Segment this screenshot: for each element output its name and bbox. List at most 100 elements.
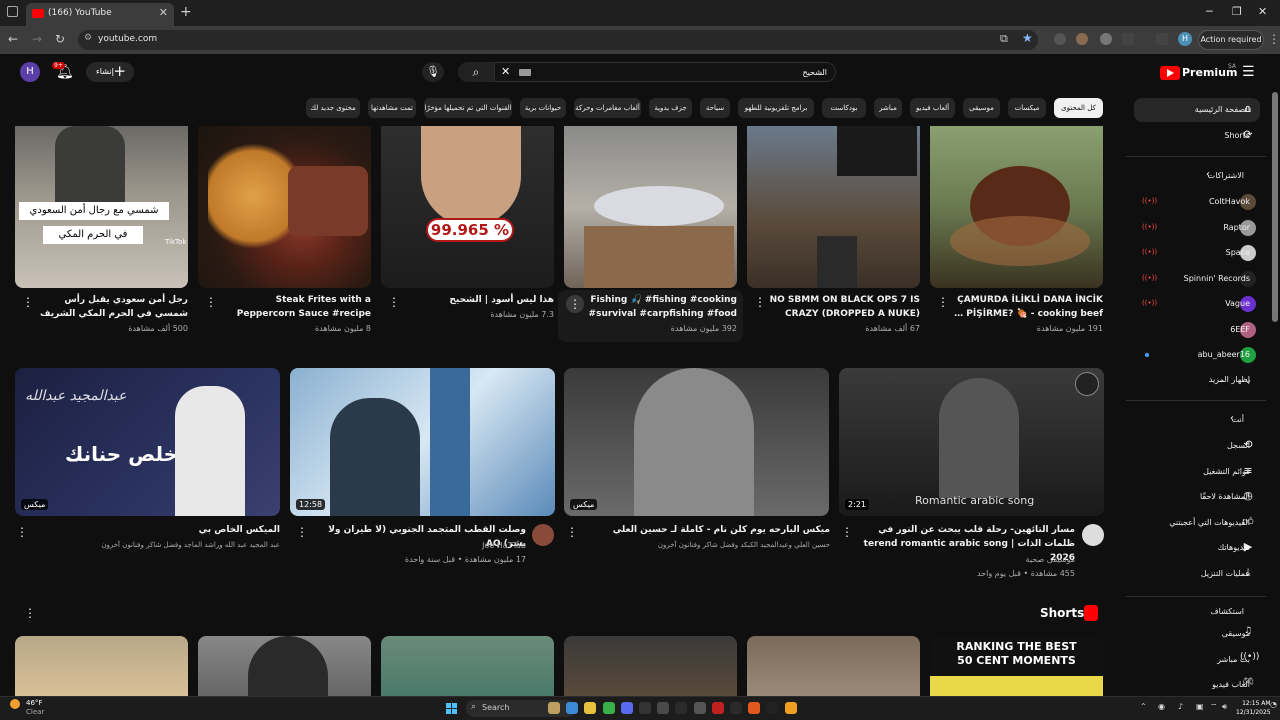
video-title-4[interactable]: Fishing 🎣 #fishing #cooking #survival #c… [582,293,737,321]
video-thumbnail-2[interactable] [198,126,371,288]
taskbar-app-icon-4[interactable] [620,702,633,714]
channel-name-7[interactable]: Joe HaTTab [310,541,526,550]
voice-search-mic-icon[interactable]: 🎙︎ [422,62,444,82]
create-button[interactable]: إنشاء + [86,62,134,82]
chevron-left-icon[interactable]: ‹ [1206,169,1210,180]
address-bar[interactable]: ⚙ youtube.com ⧉ ★ [78,30,1038,50]
short-thumbnail-3[interactable] [381,636,554,696]
taskbar-app-icon-5[interactable] [639,702,651,714]
youtube-logo-icon[interactable] [1160,66,1180,80]
chip-10[interactable]: حيوانات برية [520,98,566,118]
chip-9[interactable]: ألعاب مغامرات وحركة [574,98,641,118]
video-thumbnail-3[interactable]: 99.965 % [381,126,554,288]
forward-icon[interactable]: → [32,32,42,46]
chevron-left-icon-2[interactable]: ‹ [1230,413,1234,424]
taskbar-app-icon-13[interactable] [784,702,797,714]
short-thumbnail-1[interactable] [15,636,188,696]
mix-thumbnail-1[interactable]: عبدالمجيد عبدالله خلص حنانك ميكس [15,368,280,516]
video-thumbnail-1[interactable]: شمسي مع رجال أمن السعودي في الحرم المكي … [15,126,188,288]
taskbar-clock[interactable]: 12:15 AM 12/31/2025 [1236,699,1271,717]
channel-name-8[interactable]: موسيقى صحية [855,555,1075,564]
clear-search-icon[interactable]: ✕ [501,65,510,78]
sidebar-sub-1[interactable]: Raptor [1223,223,1250,243]
sidebar-sub-5[interactable]: 6EEF [1230,325,1250,345]
sidebar-sub-6[interactable]: abu_abeer16 [1198,350,1250,370]
taskbar-app-icon-6[interactable] [657,702,670,714]
windows-start-icon[interactable] [446,703,458,715]
sidebar-sub-3[interactable]: Spinnin' Records [1184,274,1250,294]
extension-icon-2[interactable] [1076,33,1088,45]
taskbar-app-icon-11[interactable] [748,702,761,714]
video-title-5[interactable]: NO SBMM ON BLACK OPS 7 IS CRAZY (DROPPED… [765,293,920,321]
hamburger-menu-icon[interactable]: ☰ [1242,64,1255,80]
wifi-icon[interactable]: ⌔ [1210,702,1218,712]
video-menu-icon-10[interactable]: ⋮ [841,525,853,539]
volume-icon[interactable]: 🔊︎ [1222,702,1227,712]
sidebar-item-shorts[interactable]: Shorts [1224,131,1250,151]
video-thumbnail-5[interactable] [747,126,920,288]
show-more-button[interactable]: إظهار المزيد [1209,375,1250,395]
video-menu-icon-8[interactable]: ⋮ [296,525,308,539]
new-tab-button[interactable]: + [180,4,192,20]
sidebar-you-item-1[interactable]: قوائم التشغيل [1203,467,1250,487]
close-window-icon[interactable]: ✕ [1258,5,1267,18]
action-required-button[interactable]: Action required [1198,30,1264,50]
taskbar-app-icon-1[interactable] [566,702,579,714]
browser-tab-youtube[interactable]: (166) YouTube ✕ [26,3,174,26]
sidebar-explore-item-1[interactable]: بث مباشر [1217,655,1250,675]
back-icon[interactable]: ← [8,32,18,46]
search-input[interactable]: ✕ الشحيح [494,62,836,82]
chip-13[interactable]: محتوى جديد لك [306,98,360,118]
tray-app-icon[interactable]: ◉ [1158,702,1165,711]
video-title-3[interactable]: هذا ليس أسود | الشحيح [399,293,554,307]
minimize-icon[interactable]: ─ [1206,5,1213,18]
sidebar-you-item-3[interactable]: الفيديوهات التي أعجبتني [1169,518,1250,538]
video-menu-icon-9[interactable]: ⋮ [566,525,578,539]
taskbar-app-icon-3[interactable] [602,702,615,714]
taskbar-app-icon-12[interactable] [766,702,779,714]
extensions-puzzle-icon[interactable] [1122,33,1134,45]
sidebar-you-item-0[interactable]: السجل [1227,441,1250,461]
mix-thumbnail-2[interactable]: ميكس [564,368,829,516]
video-menu-icon-7[interactable]: ⋮ [16,525,28,539]
notification-center-icon[interactable]: ◔ [1270,700,1277,709]
video-thumbnail-8[interactable]: Romantic arabic song 2:21 [839,368,1104,516]
shield-icon[interactable] [1100,33,1112,45]
short-thumbnail-6[interactable]: RANKING THE BEST 50 CENT MOMENTS [930,636,1103,696]
sidebar-item-home[interactable]: الصفحة الرئيسية [1195,105,1250,125]
video-thumbnail-6[interactable] [930,126,1103,288]
reload-icon[interactable]: ↻ [55,32,65,46]
chip-1[interactable]: ميكسات [1008,98,1046,118]
page-scrollbar[interactable] [1272,92,1278,322]
channel-avatar-joe[interactable] [532,524,554,546]
video-thumbnail-4[interactable] [564,126,737,288]
short-thumbnail-4[interactable] [564,636,737,696]
short-thumbnail-5[interactable] [747,636,920,696]
mix-title-1[interactable]: الميكس الخاص بي [30,523,280,537]
browser-profile-avatar[interactable]: H [1178,32,1192,46]
sidebar-you-item-2[interactable]: المشاهدة لاحقًا [1200,492,1250,512]
video-thumbnail-7[interactable]: 12:58 [290,368,555,516]
subscriptions-header[interactable]: الاشتراكات [1208,171,1244,180]
search-button[interactable]: ⌕ [458,62,494,82]
taskbar-app-icon-9[interactable] [711,702,724,714]
chip-6[interactable]: برامج تلفزيونية للطهو [738,98,814,118]
sidebar-explore-item-0[interactable]: موسيقى [1222,629,1250,649]
taskbar-app-icon-10[interactable] [730,702,742,714]
channel-avatar-music[interactable] [1082,524,1104,546]
keyboard-icon[interactable] [519,69,531,76]
tray-app-icon-2[interactable]: ♪ [1178,702,1183,711]
mix-title-2[interactable]: ميكس البارحه يوم كلن نام - كاملة لـ حسين… [580,523,830,537]
user-avatar[interactable]: H [20,62,40,82]
tray-chevron-icon[interactable]: ⌃ [1140,702,1147,711]
chip-0[interactable]: كل المحتوى [1054,98,1103,118]
extension-icon-1[interactable] [1054,33,1066,45]
chip-2[interactable]: موسيقى [963,98,1000,118]
bookmark-star-icon[interactable]: ★ [1022,31,1033,45]
site-info-icon[interactable]: ⚙ [84,33,92,43]
video-title-6[interactable]: ÇAMURDA İLİKLİ DANA İNCİK PİŞİRME? 🍖 - c… [948,293,1103,321]
sidebar-you-item-5[interactable]: عمليات التنزيل [1201,569,1250,589]
sidebar-you-item-4[interactable]: فيديوهاتك [1218,543,1250,563]
close-tab-icon[interactable]: ✕ [159,6,168,19]
chip-11[interactable]: القنوات التي تم تحميلها مؤخرًا [424,98,512,118]
